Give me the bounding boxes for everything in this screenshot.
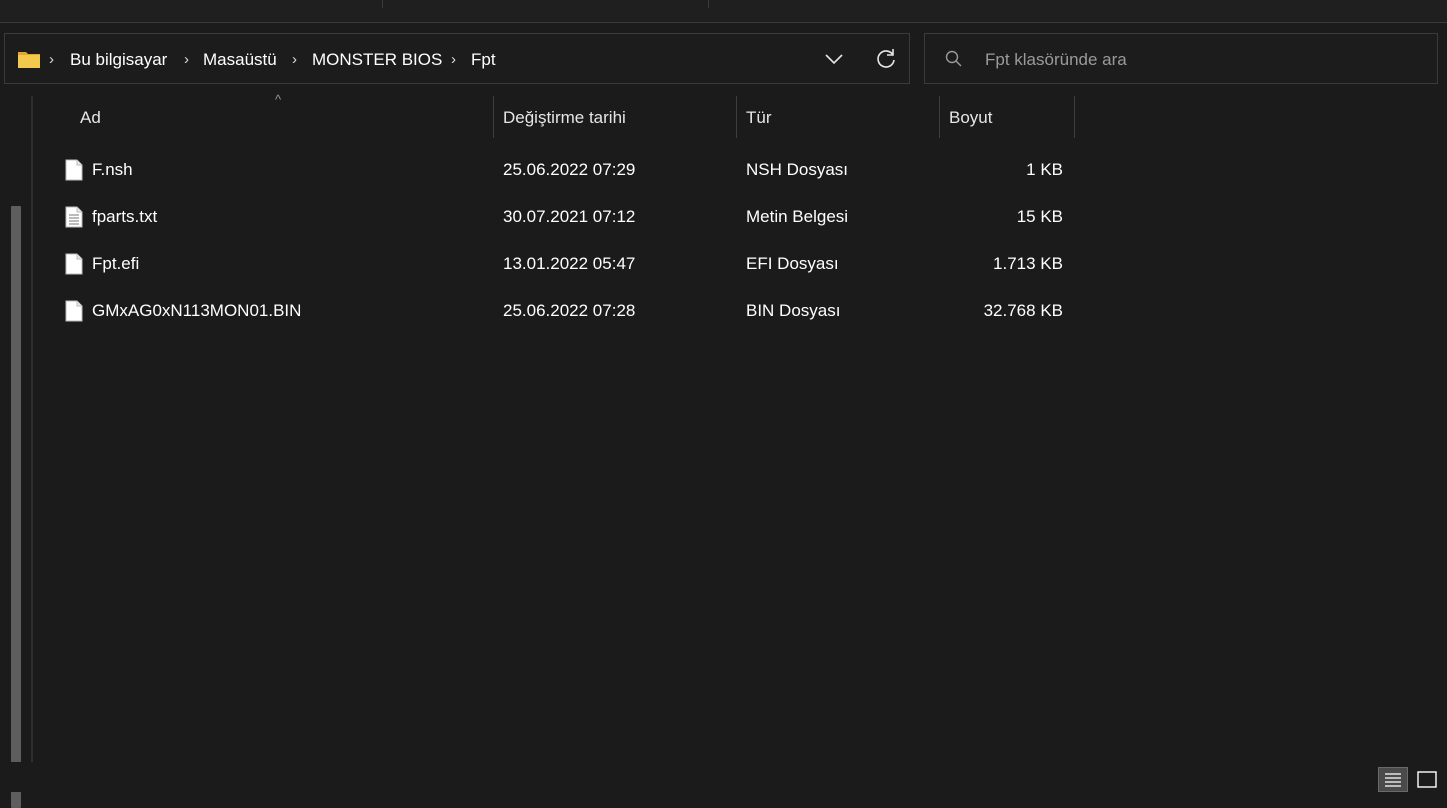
column-header-size[interactable]: Boyut	[949, 96, 992, 138]
scrollbar-thumb[interactable]	[11, 206, 21, 808]
breadcrumb-item-desktop[interactable]: Masaüstü	[203, 34, 277, 85]
breadcrumb-separator-icon: ›	[451, 51, 456, 68]
file-name[interactable]: Fpt.efi	[92, 240, 139, 287]
file-type: EFI Dosyası	[746, 254, 839, 273]
breadcrumb-separator-icon: ›	[49, 51, 54, 68]
column-divider[interactable]	[493, 96, 494, 138]
breadcrumb-item-this-pc[interactable]: Bu bilgisayar	[70, 34, 167, 85]
status-bar	[0, 762, 1447, 792]
column-header-row: ^ Ad Değiştirme tarihi Tür Boyut	[35, 92, 1075, 138]
tiles-view-icon[interactable]	[1412, 767, 1442, 792]
tab-divider	[382, 0, 383, 8]
details-view-icon[interactable]	[1378, 767, 1408, 792]
file-size: 32.768 KB	[983, 301, 1063, 320]
column-header-type[interactable]: Tür	[746, 96, 772, 138]
file-size: 1 KB	[1026, 160, 1063, 179]
column-divider[interactable]	[939, 96, 940, 138]
file-name[interactable]: fparts.txt	[92, 193, 157, 240]
breadcrumb-item-fpt[interactable]: Fpt	[471, 34, 496, 85]
column-divider[interactable]	[736, 96, 737, 138]
refresh-icon[interactable]	[873, 46, 899, 72]
navigation-pane	[0, 96, 33, 808]
sort-ascending-icon: ^	[275, 92, 282, 107]
file-type: BIN Dosyası	[746, 301, 841, 320]
column-header-modified[interactable]: Değiştirme tarihi	[503, 96, 626, 138]
file-icon	[65, 253, 83, 280]
file-name[interactable]: F.nsh	[92, 146, 133, 193]
chevron-down-icon[interactable]	[823, 50, 845, 68]
file-modified: 30.07.2021 07:12	[503, 207, 636, 226]
file-row[interactable]: F.nsh 25.06.2022 07:29 NSH Dosyası 1 KB	[35, 146, 1075, 193]
file-size: 15 KB	[1016, 207, 1063, 226]
tab-divider	[708, 0, 709, 8]
title-strip	[0, 0, 1447, 23]
breadcrumb-item-monster-bios[interactable]: MONSTER BIOS	[312, 34, 442, 85]
file-modified: 13.01.2022 05:47	[503, 254, 636, 273]
file-icon	[65, 300, 83, 327]
search-input[interactable]	[983, 34, 1427, 85]
search-box[interactable]	[924, 33, 1438, 85]
search-icon	[945, 50, 963, 73]
text-file-icon	[65, 206, 83, 233]
file-modified: 25.06.2022 07:29	[503, 160, 636, 179]
file-row[interactable]: GMxAG0xN113MON01.BIN 25.06.2022 07:28 BI…	[35, 287, 1075, 334]
file-size: 1.713 KB	[993, 254, 1063, 273]
file-type: Metin Belgesi	[746, 207, 849, 226]
address-bar[interactable]: › Bu bilgisayar › Masaüstü › MONSTER BIO…	[4, 33, 910, 84]
folder-icon	[17, 49, 41, 74]
column-header-name[interactable]: Ad	[80, 96, 101, 138]
breadcrumb-separator-icon: ›	[292, 51, 297, 68]
file-row[interactable]: Fpt.efi 13.01.2022 05:47 EFI Dosyası 1.7…	[35, 240, 1075, 287]
column-divider[interactable]	[1074, 96, 1075, 138]
file-icon	[65, 159, 83, 186]
breadcrumb-separator-icon: ›	[184, 51, 189, 68]
file-name[interactable]: GMxAG0xN113MON01.BIN	[92, 287, 301, 334]
file-modified: 25.06.2022 07:28	[503, 301, 636, 320]
file-type: NSH Dosyası	[746, 160, 849, 179]
file-row[interactable]: fparts.txt 30.07.2021 07:12 Metin Belges…	[35, 193, 1075, 240]
